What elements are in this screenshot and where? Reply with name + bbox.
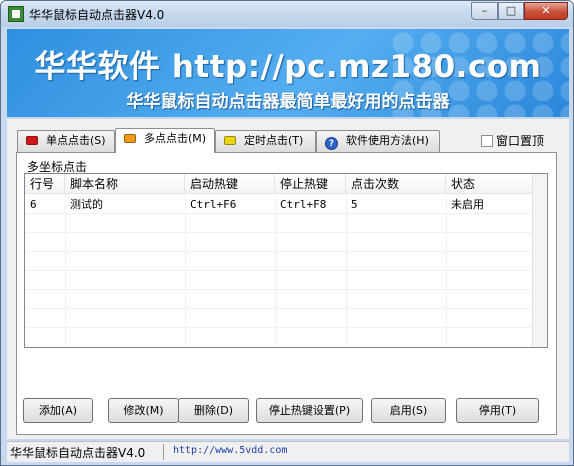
maximize-button[interactable]: □: [498, 2, 524, 20]
orange-indicator-icon: [124, 134, 136, 143]
window-title: 华华鼠标自动点击器V4.0: [29, 8, 165, 22]
vertical-scrollbar[interactable]: [532, 174, 547, 347]
minimize-button[interactable]: –: [471, 2, 498, 20]
banner-subtitle: 华华鼠标自动点击器最简单最好用的点击器: [126, 92, 450, 112]
table-cell-row-number[interactable]: 6: [25, 196, 37, 213]
grid-line: [25, 251, 533, 252]
delete-button[interactable]: 删除(D): [178, 398, 249, 423]
table-cell-script-name[interactable]: 测试的: [65, 196, 103, 213]
column-header-status[interactable]: 状态: [446, 174, 535, 194]
tab-multi-click[interactable]: 多点点击(M): [115, 128, 215, 153]
app-window: 华华鼠标自动点击器V4.0 – □ ✕ 华华软件 http://pc.mz180…: [0, 0, 574, 466]
main-panel: 单点点击(S) 多点点击(M) 定时点击(T) ? 软件使用方法(H) 窗口置顶 …: [7, 119, 569, 439]
grid-line: [25, 270, 533, 271]
grid-line: [25, 308, 533, 309]
app-icon: [8, 6, 24, 22]
tab-help[interactable]: ? 软件使用方法(H): [316, 130, 440, 152]
column-header-click-count[interactable]: 点击次数: [346, 174, 446, 194]
enable-button[interactable]: 启用(S): [371, 398, 446, 423]
stop-hotkey-settings-button[interactable]: 停止热键设置(P): [256, 398, 363, 423]
column-header-row-number[interactable]: 行号: [25, 174, 65, 194]
add-button[interactable]: 添加(A): [23, 398, 93, 423]
topmost-label: 窗口置顶: [496, 134, 545, 148]
tab-label: 软件使用方法(H): [346, 134, 429, 147]
red-indicator-icon: [26, 136, 38, 145]
disable-button[interactable]: 停用(T): [456, 398, 539, 423]
tab-content: 多坐标点击 行号 脚本名称 启动热键 停止热键 点击次数 状态 6 测试的 Ct…: [16, 152, 557, 435]
tab-timed-click[interactable]: 定时点击(T): [215, 130, 316, 152]
table-cell-stop-hotkey[interactable]: Ctrl+F8: [275, 196, 326, 213]
tab-label: 单点点击(S): [46, 134, 106, 147]
edit-button[interactable]: 修改(M): [108, 398, 179, 423]
table-cell-click-count[interactable]: 5: [346, 196, 358, 213]
grid-line: [25, 232, 533, 233]
grid-line: [25, 289, 533, 290]
tab-single-click[interactable]: 单点点击(S): [17, 130, 115, 152]
status-website-link[interactable]: http://www.5vdd.com: [173, 445, 287, 456]
banner-title: 华华软件 http://pc.mz180.com: [34, 49, 542, 85]
status-app-name: 华华鼠标自动点击器V4.0: [10, 446, 146, 460]
tab-label: 多点点击(M): [144, 132, 207, 145]
column-header-script-name[interactable]: 脚本名称: [65, 174, 185, 194]
table-cell-status[interactable]: 未启用: [446, 196, 484, 213]
banner: 华华软件 http://pc.mz180.com 华华鼠标自动点击器最简单最好用…: [7, 29, 569, 117]
table-cell-start-hotkey[interactable]: Ctrl+F6: [185, 196, 236, 213]
close-button[interactable]: ✕: [524, 2, 568, 20]
script-list[interactable]: 行号 脚本名称 启动热键 停止热键 点击次数 状态 6 测试的 Ctrl+F6 …: [24, 173, 548, 348]
column-header-stop-hotkey[interactable]: 停止热键: [275, 174, 346, 194]
tab-label: 定时点击(T): [244, 134, 304, 147]
column-header-start-hotkey[interactable]: 启动热键: [185, 174, 275, 194]
status-divider: [163, 444, 164, 460]
status-bar: 华华鼠标自动点击器V4.0 http://www.5vdd.com: [7, 441, 569, 462]
grid-line: [25, 327, 533, 328]
help-icon: ?: [325, 137, 338, 150]
topmost-checkbox[interactable]: 窗口置顶: [481, 132, 544, 149]
grid-line: [25, 213, 533, 214]
yellow-indicator-icon: [224, 136, 236, 145]
checkbox-box[interactable]: [481, 135, 493, 147]
title-bar[interactable]: 华华鼠标自动点击器V4.0 – □ ✕: [1, 1, 573, 27]
